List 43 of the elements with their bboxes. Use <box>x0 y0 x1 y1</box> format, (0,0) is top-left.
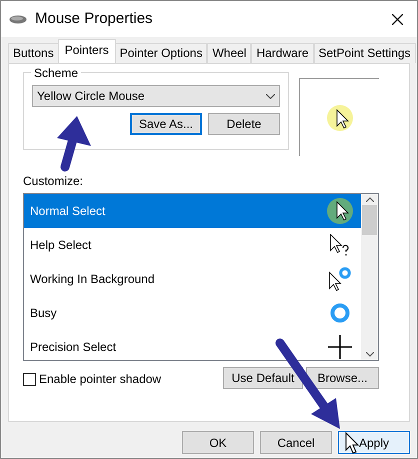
list-item[interactable]: Working In Background <box>24 262 361 296</box>
scroll-down-icon <box>366 352 374 357</box>
scroll-thumb[interactable] <box>362 205 377 235</box>
list-item[interactable]: Help Select <box>24 228 361 262</box>
close-icon <box>392 14 403 26</box>
item-label: Working In Background <box>30 271 155 288</box>
list-item[interactable]: Precision Select <box>24 330 361 364</box>
tab[interactable]: Pointer Options <box>114 43 208 63</box>
list-item[interactable]: Normal Select <box>24 194 361 228</box>
busy-ring-icon <box>330 303 350 323</box>
chevron-icon <box>266 94 275 98</box>
cursor-button[interactable]: Browse... <box>306 367 379 389</box>
cursor-button[interactable]: Use Default <box>223 367 303 389</box>
tab[interactable]: SetPoint Settings <box>314 43 416 63</box>
scroll-up-icon <box>366 197 374 202</box>
cursor-preview-icon <box>326 104 352 130</box>
dialog-button[interactable]: OK <box>182 431 254 454</box>
crosshair-icon <box>328 335 352 359</box>
item-label: Normal Select <box>30 203 106 220</box>
dialog-button[interactable]: Cancel <box>260 431 332 454</box>
annotation-arrow <box>57 116 91 172</box>
section-label: Customize: <box>23 173 84 190</box>
help-cursor-icon <box>330 234 350 256</box>
scheme-button[interactable]: Delete <box>208 113 280 135</box>
cursor-icon <box>327 198 353 224</box>
cursor-list[interactable]: Normal Select Help Select Working In Background Busy Precision Select <box>23 193 379 361</box>
tab[interactable]: Hardware <box>251 43 314 63</box>
scheme-dropdown[interactable]: Yellow Circle Mouse <box>32 85 280 107</box>
mouse-icon <box>9 14 27 24</box>
item-label: Busy <box>30 305 57 322</box>
list-item[interactable]: Busy <box>24 296 361 330</box>
shadow-checkbox[interactable]: Enable pointer shadow <box>23 370 162 388</box>
item-label: Precision Select <box>30 339 116 356</box>
item-label: Help Select <box>30 237 92 254</box>
mouse-cursor-icon <box>346 432 360 454</box>
tab[interactable]: Pointers <box>58 39 116 63</box>
window-title: Mouse Properties <box>35 8 153 29</box>
scrollbar[interactable] <box>361 194 378 360</box>
dialog-button[interactable]: Apply <box>338 431 410 454</box>
scheme-button[interactable]: Save As... <box>130 113 202 135</box>
tab[interactable]: Buttons <box>8 43 59 63</box>
tab[interactable]: Wheel <box>207 43 252 63</box>
busy-cursor-icon <box>329 267 351 291</box>
